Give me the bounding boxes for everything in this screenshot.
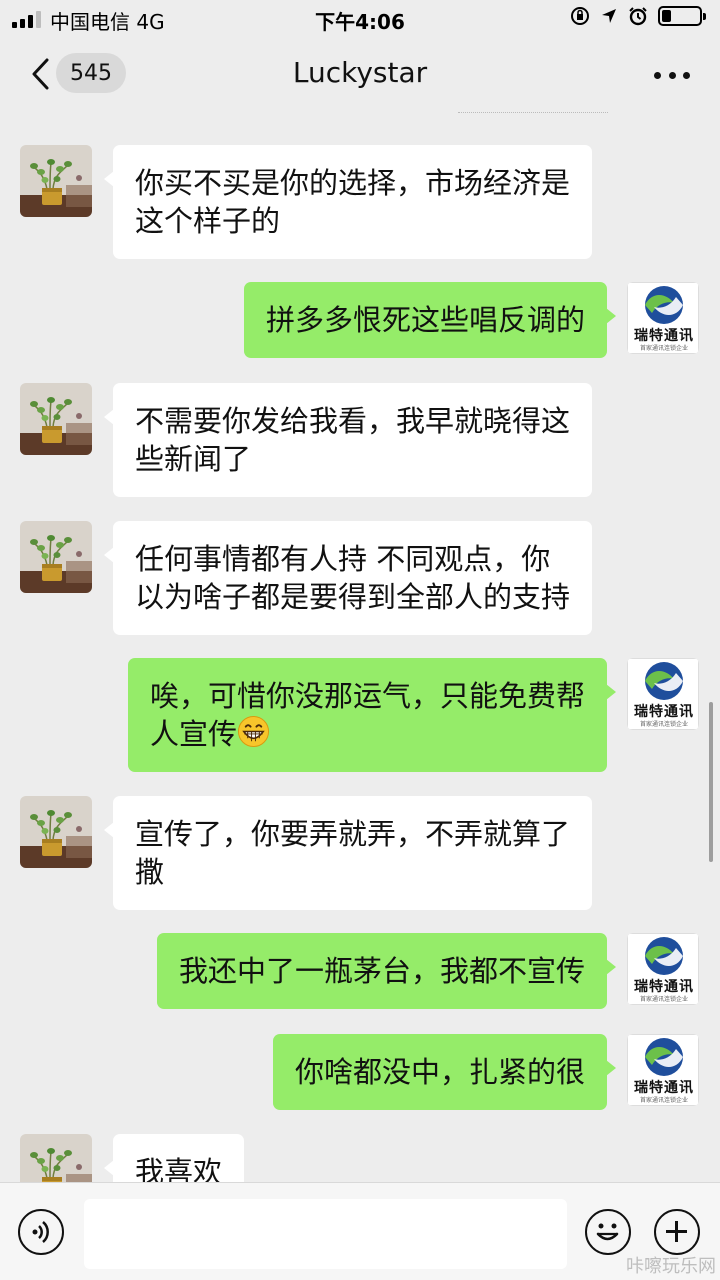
my-avatar[interactable]: 瑞特通讯 首家通讯连锁企业 — [627, 1034, 699, 1106]
emoji-button[interactable] — [585, 1209, 631, 1255]
incoming-message: 我喜欢 — [0, 1134, 720, 1182]
brand-avatar-label: 瑞特通讯 — [634, 328, 694, 344]
status-icons — [570, 6, 706, 26]
scrollbar[interactable] — [709, 702, 713, 862]
more-dots-icon — [654, 71, 661, 79]
contact-avatar[interactable] — [20, 1134, 92, 1182]
voice-icon — [32, 1221, 49, 1243]
my-avatar[interactable]: 瑞特通讯 首家通讯连锁企业 — [627, 282, 699, 354]
battery-icon — [658, 6, 706, 26]
message-text: 我还中了一瓶茅台，我都不宣传 — [178, 954, 585, 988]
brand-avatar-sub: 首家通讯连锁企业 — [639, 1097, 688, 1104]
message-bubble[interactable]: 宣传了，你要弄就弄，不弄就算了 撒 — [103, 796, 593, 910]
message-bubble[interactable]: 唉，可惜你没那运气，只能免费帮 人宣传 — [127, 658, 617, 772]
message-text: 拼多多恨死这些唱反调的 — [265, 303, 585, 337]
message-text: 不需要你发给我看，我早就晓得这 些新闻了 — [135, 404, 571, 476]
brand-avatar-sub: 首家通讯连锁企业 — [639, 721, 688, 728]
message-bubble[interactable]: 我还中了一瓶茅台，我都不宣传 — [156, 933, 617, 1009]
message-bubble[interactable]: 任何事情都有人持 不同观点，你 以为啥子都是要得到全部人的支持 — [103, 521, 593, 635]
emoji-icon — [596, 1223, 619, 1241]
brand-avatar-sub: 首家通讯连锁企业 — [639, 345, 688, 352]
contact-avatar[interactable] — [20, 796, 92, 868]
chat-header: 545 Luckystar — [0, 38, 720, 110]
message-input[interactable] — [84, 1199, 567, 1269]
contact-avatar[interactable] — [20, 383, 92, 455]
plus-button[interactable] — [654, 1209, 700, 1255]
message-text: 任何事情都有人持 不同观点，你 以为啥子都是要得到全部人的支持 — [135, 542, 571, 614]
watermark: 咔嚓玩乐网 — [626, 1256, 716, 1277]
brand-avatar-sub: 首家通讯连锁企业 — [639, 996, 688, 1003]
message-text: 宣传了，你要弄就弄，不弄就算了 撒 — [135, 817, 571, 889]
more-dot — [683, 71, 690, 79]
rotation-lock-icon — [571, 7, 589, 25]
input-bar — [0, 1182, 720, 1280]
more-dot — [668, 71, 676, 79]
message-text: 你买不买是你的选择，市场经济是 这个样子的 — [135, 166, 571, 238]
contact-avatar[interactable] — [20, 521, 92, 593]
voice-button[interactable] — [18, 1209, 64, 1255]
message-bubble[interactable]: 你啥都没中，扎紧的很 — [272, 1034, 617, 1110]
alarm-icon — [629, 7, 647, 26]
my-avatar[interactable]: 瑞特通讯 首家通讯连锁企业 — [627, 658, 699, 730]
brand-avatar-label: 瑞特通讯 — [634, 1080, 694, 1096]
message-text: 你啥都没中，扎紧的很 — [294, 1055, 585, 1089]
message-text: 我喜欢 — [135, 1155, 223, 1182]
clipped-previous-content — [0, 110, 720, 118]
grinning-face-icon — [237, 715, 270, 748]
message-bubble[interactable]: 不需要你发给我看，我早就晓得这 些新闻了 — [103, 383, 593, 497]
brand-avatar-label: 瑞特通讯 — [634, 704, 694, 720]
location-icon — [602, 9, 616, 23]
message-bubble[interactable]: 我喜欢 — [103, 1134, 245, 1182]
message-bubble[interactable]: 拼多多恨死这些唱反调的 — [243, 282, 617, 358]
contact-avatar[interactable] — [20, 145, 92, 217]
message-text: 唉，可惜你没那运气，只能免费帮 人宣传 — [149, 679, 585, 751]
brand-avatar-label: 瑞特通讯 — [634, 979, 694, 995]
more-options-button[interactable] — [654, 60, 690, 90]
message-bubble[interactable]: 你买不买是你的选择，市场经济是 这个样子的 — [103, 145, 593, 259]
status-bar: 中国电信 4G 下午4:06 — [0, 0, 720, 38]
clipped-line — [458, 112, 608, 115]
my-avatar[interactable]: 瑞特通讯 首家通讯连锁企业 — [627, 933, 699, 1005]
chat-title: Luckystar — [292, 56, 428, 89]
